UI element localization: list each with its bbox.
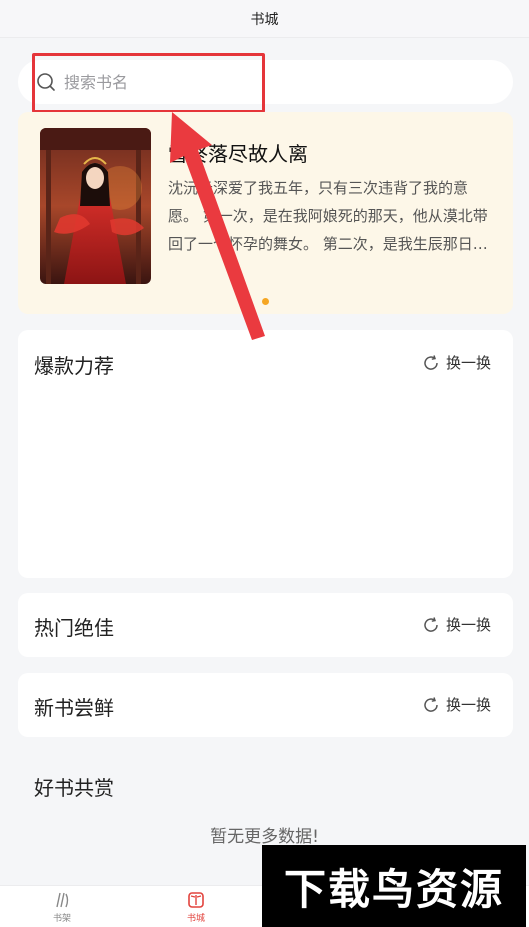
refresh-icon	[424, 696, 438, 712]
refresh-label: 换一换	[445, 616, 491, 634]
refresh-label: 换一换	[445, 354, 491, 372]
watermark-logo: 下载鸟资源	[262, 845, 526, 927]
tab-label: 书架	[52, 914, 71, 924]
page-title: 书城	[250, 11, 279, 28]
section-card-hot-recommend: 爆款力荐 换一换	[18, 330, 513, 578]
tab-bookshelf[interactable]: 书架	[52, 890, 72, 924]
refresh-button[interactable]: 换一换	[422, 614, 491, 635]
watermark-text: 下载鸟资源	[283, 864, 504, 914]
section-title: 爆款力荐	[34, 354, 114, 378]
section-title-good-books: 好书共赏	[34, 776, 114, 800]
refresh-label: 换一换	[445, 696, 491, 714]
search-icon	[37, 73, 55, 91]
carousel-indicator-dot[interactable]	[262, 298, 269, 305]
book-cover-image[interactable]	[40, 128, 151, 284]
section-card-new-books: 新书尝鲜 换一换	[18, 673, 513, 737]
empty-state-text: 暂无更多数据!	[210, 827, 319, 847]
banner-book-description: 沈沅云深爱了我五年，只有三次违背了我的意愿。 第一次，是在我阿娘死的那天，他从漠…	[168, 179, 488, 253]
refresh-button[interactable]: 换一换	[422, 694, 491, 715]
refresh-button[interactable]: 换一换	[422, 352, 491, 373]
refresh-icon	[424, 354, 438, 370]
search-bar[interactable]	[18, 60, 513, 104]
tab-label: 书城	[186, 914, 205, 924]
bookshelf-icon	[56, 892, 69, 908]
featured-banner[interactable]: 雪终落尽故人离 沈沅云深爱了我五年，只有三次违背了我的意愿。 第一次，是在我阿娘…	[18, 112, 513, 314]
section-title: 新书尝鲜	[34, 696, 114, 720]
refresh-icon	[424, 616, 438, 632]
section-card-popular: 热门绝佳 换一换	[18, 593, 513, 657]
book-open-icon	[188, 892, 204, 908]
tab-bookstore[interactable]: 书城	[186, 890, 206, 924]
top-nav-bar: 书城	[0, 0, 529, 38]
search-input[interactable]	[64, 72, 444, 92]
section-title: 热门绝佳	[34, 616, 114, 640]
banner-book-title[interactable]: 雪终落尽故人离	[168, 138, 308, 167]
